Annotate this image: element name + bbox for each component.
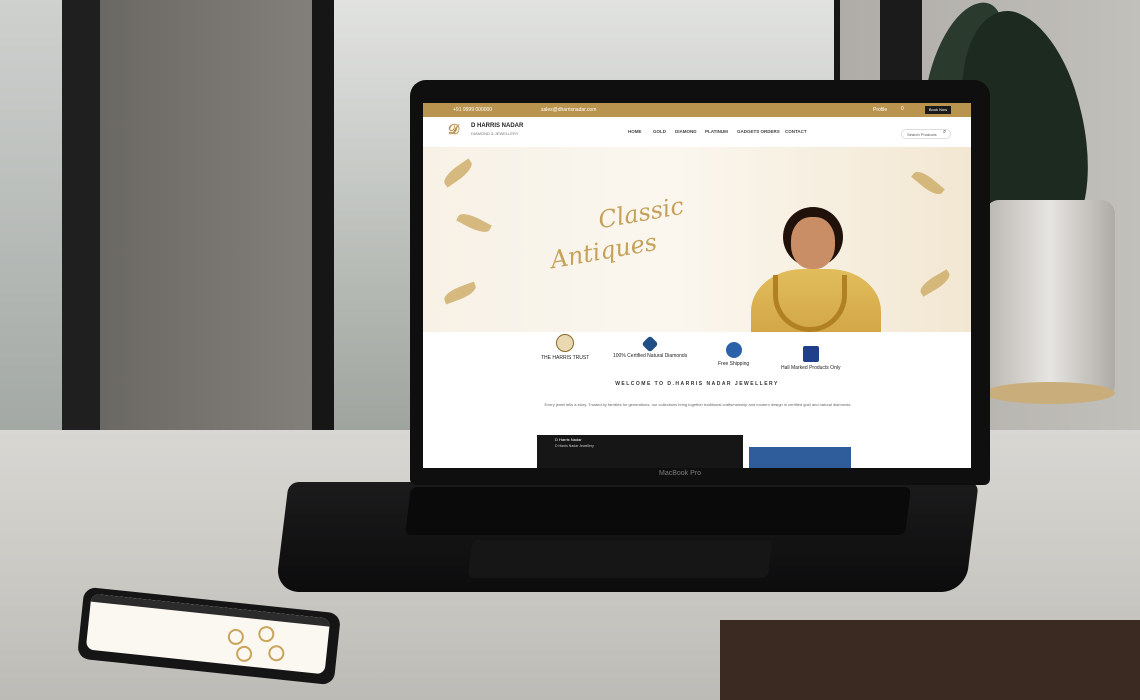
laptop-keyboard	[405, 487, 911, 535]
badge-trust: THE HARRIS TRUST	[541, 334, 589, 361]
account-link[interactable]: Profile	[873, 107, 887, 113]
plant-pot	[985, 200, 1115, 395]
cabinet	[720, 620, 1140, 700]
topbar: +91 9999 000000 sales@dharrisnadar.com P…	[423, 103, 971, 117]
leaf-decoration	[456, 209, 492, 237]
video-subtitle: D Harris Nadar Jewellery	[555, 444, 594, 448]
leaf-decoration	[917, 269, 953, 297]
badge-label: 100% Certified Natural Diamonds	[613, 353, 688, 359]
hero-banner[interactable]	[423, 147, 971, 375]
bis-hallmark-icon	[802, 346, 819, 362]
truck-icon	[725, 342, 742, 358]
nav-item-platinum[interactable]: PLATINUM	[705, 129, 728, 134]
model-face	[791, 217, 835, 269]
ring-icon	[257, 625, 276, 643]
badge-label: Free Shipping	[718, 361, 750, 367]
video-title[interactable]: D Harris Nadar	[555, 437, 582, 442]
nav-item-gold[interactable]: GOLD	[653, 129, 666, 134]
diamond-icon	[641, 335, 659, 353]
leaf-decoration	[911, 167, 945, 199]
phone-number[interactable]: +91 9999 000000	[453, 107, 492, 113]
ring-icon	[267, 644, 286, 663]
ring-icon	[235, 645, 253, 663]
cart-count[interactable]: 0	[901, 106, 904, 112]
brand-name[interactable]: D HARRIS NADAR	[471, 123, 523, 129]
badge-shipping: Free Shipping	[718, 342, 749, 367]
welcome-paragraph: Every jewel tells a story. Trusted by fa…	[544, 402, 852, 407]
nav-item-contact[interactable]: CONTACT	[785, 129, 807, 134]
laptop-trackpad	[467, 540, 773, 578]
badge-hallmark: Hall Marked Products Only	[781, 346, 840, 371]
badge-label: Hall Marked Products Only	[781, 365, 841, 371]
book-now-button[interactable]: Book Now	[925, 106, 951, 114]
logo-icon[interactable]: 𝒟	[448, 121, 466, 137]
leaf-decoration	[440, 158, 476, 188]
plant-saucer	[985, 382, 1115, 404]
welcome-heading: WELCOME TO D.HARRIS NADAR JEWELLERY	[615, 381, 779, 387]
search-icon[interactable]: ⌕	[943, 129, 946, 136]
nav-item-gadgets-orders[interactable]: GADGETS ORDERS	[737, 129, 780, 134]
laptop-screen: +91 9999 000000 sales@dharrisnadar.com P…	[423, 103, 971, 468]
email-address[interactable]: sales@dharrisnadar.com	[541, 107, 596, 113]
laptop-label: MacBook Pro	[658, 470, 702, 477]
window-glass-left	[0, 0, 62, 490]
promo-panel[interactable]	[749, 447, 851, 468]
hallmark-916-icon	[556, 334, 575, 352]
ring-icon	[227, 628, 245, 646]
leaf-decoration	[441, 281, 479, 305]
nav-item-home[interactable]: HOME	[628, 129, 642, 134]
nav-item-diamond[interactable]: DIAMOND	[675, 129, 697, 134]
brand-tagline: DIAMOND & JEWELLERY	[471, 131, 519, 136]
badge-label: THE HARRIS TRUST	[541, 355, 590, 361]
badge-diamonds: 100% Certified Natural Diamonds	[613, 335, 688, 359]
